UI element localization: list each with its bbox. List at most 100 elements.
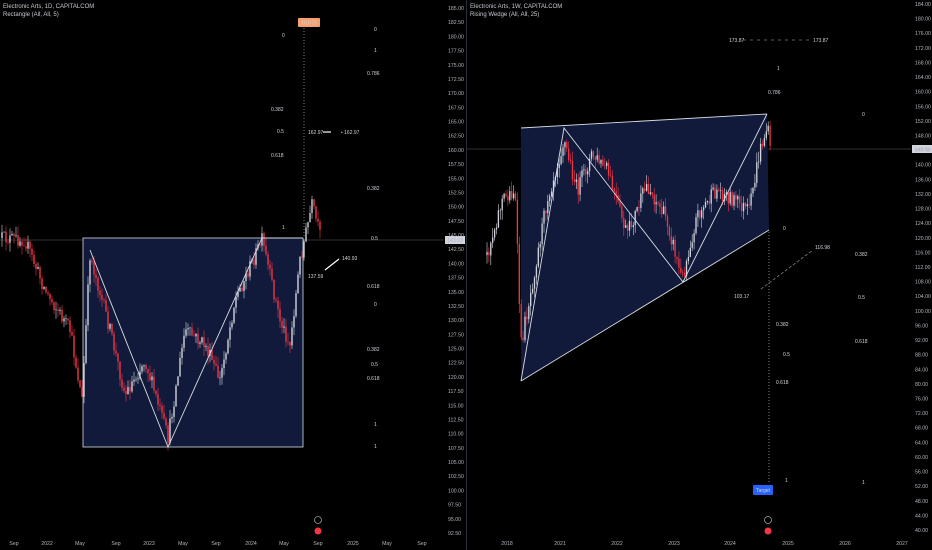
x-axis-tick-left: Sep <box>9 541 18 547</box>
candle-body-right <box>573 179 576 182</box>
candle-body-left <box>231 322 233 328</box>
candle-body-right <box>613 188 615 192</box>
candle-body-right <box>611 175 614 189</box>
y-axis-tick-left: 180.00 <box>448 34 464 40</box>
candle-body-right <box>752 187 754 194</box>
chart-pane-right[interactable]: Electronic Arts, 1W, CAPITALCOM Rising W… <box>466 0 932 550</box>
y-axis-tick-right: 48.00 <box>915 499 928 505</box>
candle-body-right <box>562 147 564 157</box>
fib-level-label-right: 0.382 <box>776 322 789 328</box>
candle-body-left <box>221 368 223 378</box>
y-axis-tick-right: 80.00 <box>915 382 928 388</box>
candle-body-right <box>769 125 771 147</box>
candle-body-left <box>267 254 269 265</box>
candle-body-left <box>95 274 97 278</box>
rising-wedge-fill <box>521 114 769 381</box>
fib-level-label-left: 0.618 <box>271 153 284 159</box>
y-axis-tick-right: 180.00 <box>915 17 931 23</box>
x-axis-tick-left: May <box>178 541 188 547</box>
y-axis-tick-left: 97.50 <box>448 503 461 509</box>
candle-body-left <box>45 286 47 293</box>
candle-body-right <box>748 204 750 206</box>
target-badge-text: Target <box>756 488 771 494</box>
candle-body-left <box>205 346 207 348</box>
y-axis-tick-right: 104.00 <box>915 294 931 300</box>
x-axis-tick-right: 2024 <box>724 541 736 547</box>
candle-body-left <box>5 231 7 243</box>
fib-level-label-left: 0 <box>282 33 285 39</box>
y-axis-tick-right: 64.00 <box>915 440 928 446</box>
candle-body-right <box>642 188 644 194</box>
candle-body-right <box>516 199 519 245</box>
candle-body-left <box>243 281 245 291</box>
candle-body-left <box>227 339 229 354</box>
candle-body-left <box>53 302 55 311</box>
candle-body-left <box>35 264 37 269</box>
candle-body-right <box>533 277 536 289</box>
event-marker-right <box>764 527 772 535</box>
y-axis-tick-right: 152.00 <box>915 119 931 125</box>
y-axis-tick-left: 130.00 <box>448 318 464 324</box>
candle-body-left <box>201 337 203 343</box>
candle-body-right <box>765 131 767 138</box>
candle-body-right <box>598 155 600 164</box>
y-axis-tick-right: 156.00 <box>915 104 931 110</box>
x-axis-tick-right: 2025 <box>782 541 794 547</box>
candle-body-left <box>195 333 197 337</box>
candle-body-right <box>490 242 492 256</box>
candle-body-right <box>761 143 764 146</box>
candle-body-left <box>299 256 301 275</box>
candle-body-left <box>113 333 115 351</box>
candle-body-right <box>623 218 625 228</box>
candle-body-left <box>11 233 13 236</box>
candle-body-left <box>1 232 3 239</box>
candle-body-left <box>157 394 159 405</box>
x-axis-tick-right: 2023 <box>668 541 680 547</box>
candle-body-left <box>109 324 111 329</box>
chart-canvas-right[interactable]: 173.87 173.87 116.98 103.17 1 0.786 0 0 0.382 0.3… <box>467 0 932 550</box>
y-axis-tick-right: 112.00 <box>915 265 931 271</box>
candle-body-left <box>151 376 153 381</box>
fib-level-label-right: 0.5 <box>858 295 865 301</box>
candle-body-left <box>165 418 167 426</box>
chart-pane-left[interactable]: Electronic Arts, 1D, CAPITALCOM Rectangl… <box>0 0 466 550</box>
candle-body-left <box>263 233 265 246</box>
candle-body-right <box>550 191 553 197</box>
y-axis-tick-right: 96.00 <box>915 323 928 329</box>
candle-body-right <box>541 223 543 245</box>
candle-body-left <box>103 299 105 301</box>
candle-body-left <box>169 418 171 443</box>
candle-body-left <box>127 387 129 395</box>
candle-body-right <box>520 303 522 338</box>
candle-body-left <box>225 353 227 360</box>
candle-body-left <box>75 357 77 368</box>
candle-body-right <box>566 142 568 149</box>
y-axis-tick-right: 108.00 <box>915 280 931 286</box>
x-axis-tick-right: 2027 <box>896 541 908 547</box>
annotation-price-right: 116.98 <box>815 245 830 251</box>
y-axis-tick-left: 170.00 <box>448 91 464 97</box>
x-axis-tick-left: Sep <box>211 541 220 547</box>
candle-body-right <box>756 162 758 183</box>
candle-body-right <box>699 210 701 218</box>
candle-body-right <box>626 225 629 231</box>
candle-body-right <box>649 192 652 194</box>
candle-body-left <box>77 367 79 381</box>
y-axis-tick-right: 72.00 <box>915 411 928 417</box>
candle-body-left <box>115 350 117 354</box>
x-axis-tick-right: 2018 <box>501 541 513 547</box>
chart-canvas-left[interactable]: 10,073 0 0 1 0.786 0.382 0.5 0.618 0.382 1 0.5 0.61… <box>0 0 466 550</box>
candle-body-left <box>73 335 75 358</box>
y-axis-tick-right: 56.00 <box>915 470 928 476</box>
y-axis-tick-right: 124.00 <box>915 221 931 227</box>
candle-body-left <box>181 347 183 358</box>
candle-body-left <box>187 328 189 330</box>
candle-body-left <box>61 309 63 322</box>
candle-body-left <box>271 268 273 280</box>
candle-body-right <box>537 247 539 267</box>
candle-body-left <box>33 254 35 265</box>
candle-body-left <box>295 293 297 317</box>
y-axis-tick-left: 122.50 <box>448 361 464 367</box>
y-axis-tick-right: 184.00 <box>915 2 931 8</box>
candle-body-right <box>495 227 498 230</box>
